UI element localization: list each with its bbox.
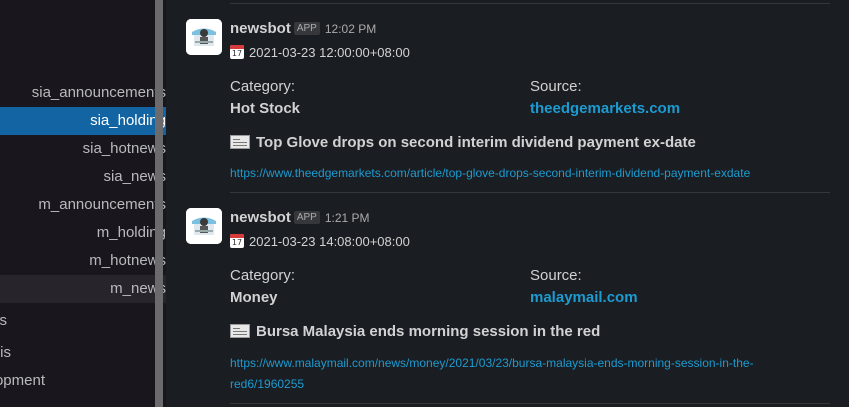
article-title: Bursa Malaysia ends morning session in t… xyxy=(230,323,600,340)
source-link[interactable]: malaymail.com xyxy=(530,289,638,306)
sidebar-channel[interactable]: m_hotnews xyxy=(0,247,166,275)
source-label: Source: xyxy=(530,267,582,284)
date-line: 17 2021-03-23 14:08:00+08:00 xyxy=(230,232,410,252)
message-pane: newsbot APP 12:02 PM 17 2021-03-23 12:00:00… xyxy=(166,0,849,407)
message-timestamp[interactable]: 12:02 PM xyxy=(325,22,376,36)
sidebar-channel[interactable]: m_announcements xyxy=(0,191,166,219)
newsbot-avatar-icon xyxy=(186,208,222,244)
newsbot-avatar-icon xyxy=(186,19,222,55)
sidebar-channel[interactable]: m_holding xyxy=(0,219,166,247)
sidebar-item-label: opment xyxy=(0,372,45,389)
sidebar-channel[interactable]: sia_announcements xyxy=(0,79,166,107)
sidebar-channel[interactable]: sia_hotnews xyxy=(0,135,166,163)
sidebar-channel-hovered[interactable]: m_news xyxy=(0,275,166,303)
app-badge: APP xyxy=(293,22,320,35)
category-label: Category: xyxy=(230,267,296,284)
published-date: 2021-03-23 12:00:00+08:00 xyxy=(249,45,410,60)
message-divider xyxy=(230,403,830,404)
channel-label: sia_announcements xyxy=(31,84,166,101)
sidebar-item[interactable]: opment xyxy=(0,367,45,395)
message: newsbot APP 12:02 PM 17 2021-03-23 12:00:00… xyxy=(186,19,826,187)
app-badge: APP xyxy=(293,211,320,224)
sender-name[interactable]: newsbot xyxy=(230,20,291,37)
date-line: 17 2021-03-23 12:00:00+08:00 xyxy=(230,43,410,63)
sidebar-scrollbar[interactable] xyxy=(155,0,163,407)
article-title: Top Glove drops on second interim divide… xyxy=(230,134,696,151)
message-divider xyxy=(230,3,830,4)
category-value: Money xyxy=(230,289,278,306)
bot-avatar[interactable] xyxy=(186,19,222,55)
article-url-link[interactable]: https://www.malaymail.com/news/money/202… xyxy=(230,353,820,395)
message-divider xyxy=(230,192,830,193)
message-content: newsbot APP 1:21 PM 17 2021-03-23 14:08:00+… xyxy=(230,208,830,391)
message-content: newsbot APP 12:02 PM 17 2021-03-23 12:00:00… xyxy=(230,19,830,180)
message-header: newsbot APP 1:21 PM xyxy=(230,208,830,228)
sidebar-item[interactable]: is xyxy=(0,339,11,367)
calendar-icon: 17 xyxy=(230,45,244,59)
category-value: Hot Stock xyxy=(230,100,301,117)
calendar-icon: 17 xyxy=(230,234,244,248)
sender-name[interactable]: newsbot xyxy=(230,209,291,226)
channel-sidebar: sia_announcements sia_holding sia_hotnew… xyxy=(0,0,166,407)
message: newsbot APP 1:21 PM 17 2021-03-23 14:08:00+… xyxy=(186,208,826,398)
sidebar-channel-active[interactable]: sia_holding xyxy=(0,107,166,135)
article-title-text: Top Glove drops on second interim divide… xyxy=(256,134,696,151)
category-label: Category: xyxy=(230,78,296,95)
newspaper-icon xyxy=(230,135,250,149)
article-title-text: Bursa Malaysia ends morning session in t… xyxy=(256,323,601,340)
newspaper-icon xyxy=(230,324,250,338)
message-header: newsbot APP 12:02 PM xyxy=(230,19,830,39)
channel-label: m_announcements xyxy=(38,196,166,213)
source-link[interactable]: theedgemarkets.com xyxy=(530,100,680,117)
sidebar-item-label: is xyxy=(0,344,11,361)
channel-label: sia_hotnews xyxy=(82,140,166,157)
sidebar-item-label: s xyxy=(0,312,7,329)
message-timestamp[interactable]: 1:21 PM xyxy=(325,211,370,225)
published-date: 2021-03-23 14:08:00+08:00 xyxy=(249,234,410,249)
sidebar-channel[interactable]: sia_news xyxy=(0,163,166,191)
bot-avatar[interactable] xyxy=(186,208,222,244)
article-url-link[interactable]: https://www.theedgemarkets.com/article/t… xyxy=(230,163,820,184)
sidebar-item[interactable]: s xyxy=(0,307,7,335)
source-label: Source: xyxy=(530,78,582,95)
